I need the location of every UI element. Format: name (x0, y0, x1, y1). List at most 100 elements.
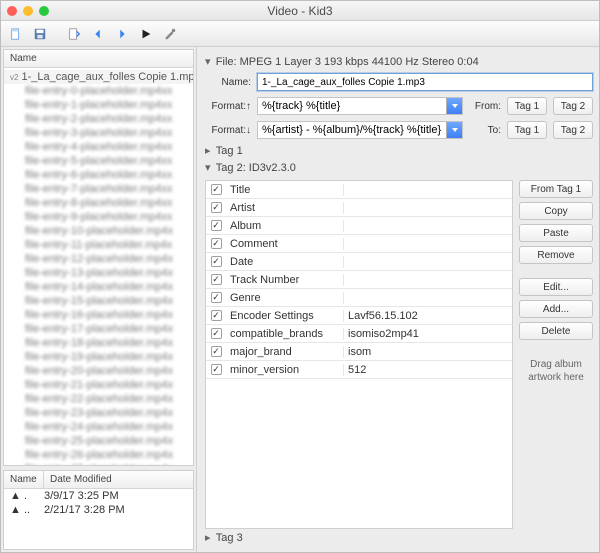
file-row[interactable]: file-entry-11-placeholder.mp4x (4, 238, 193, 252)
format-up-combo[interactable]: %{track} %{title} (257, 97, 463, 115)
file-row[interactable]: file-entry-14-placeholder.mp4x (4, 280, 193, 294)
file-row[interactable]: file-entry-21-placeholder.mp4x (4, 378, 193, 392)
tag-field-value[interactable]: Lavf56.15.102 (344, 310, 512, 322)
forward-button[interactable] (111, 24, 133, 44)
format-down-label: Format:↓ (205, 125, 251, 136)
checkbox[interactable] (211, 274, 222, 285)
tag-row[interactable]: Comment (206, 235, 512, 253)
tag-field-name: Comment (226, 238, 344, 250)
tag-field-name: Genre (226, 292, 344, 304)
tag-field-value[interactable]: isomiso2mp41 (344, 328, 512, 340)
checkbox[interactable] (211, 346, 222, 357)
configure-button[interactable] (159, 24, 181, 44)
name-input[interactable] (257, 73, 593, 91)
file-row[interactable]: file-entry-18-placeholder.mp4x (4, 336, 193, 350)
checkbox[interactable] (211, 238, 222, 249)
file-row[interactable]: file-entry-16-placeholder.mp4x (4, 308, 193, 322)
file-row[interactable]: v21-_La_cage_aux_folles Copie 1.mp3 (4, 70, 193, 84)
copy-button[interactable]: Copy (519, 202, 593, 220)
tag-row[interactable]: Encoder SettingsLavf56.15.102 (206, 307, 512, 325)
checkbox[interactable] (211, 202, 222, 213)
dir-col-name[interactable]: Name (4, 471, 44, 488)
tag-table[interactable]: TitleArtist Album Comment Date Track Number G… (205, 180, 513, 529)
file-row[interactable]: file-entry-24-placeholder.mp4x (4, 420, 193, 434)
tag-row[interactable]: major_brandisom (206, 343, 512, 361)
chevron-down-icon[interactable] (446, 98, 462, 114)
file-row[interactable]: file-entry-13-placeholder.mp4x (4, 266, 193, 280)
file-row[interactable]: file-entry-22-placeholder.mp4x (4, 392, 193, 406)
format-down-combo[interactable]: %{artist} - %{album}/%{track} %{title} (257, 121, 463, 139)
from-tag1-button[interactable]: Tag 1 (507, 97, 547, 115)
tag-row[interactable]: Artist (206, 199, 512, 217)
tag-row[interactable]: minor_version512 (206, 361, 512, 379)
file-row[interactable]: file-entry-8-placeholder.mp4xx (4, 196, 193, 210)
file-row[interactable]: file-entry-0-placeholder.mp4xx (4, 84, 193, 98)
to-tag2-button[interactable]: Tag 2 (553, 121, 593, 139)
tag-row[interactable]: Album (206, 217, 512, 235)
chevron-down-icon[interactable] (446, 122, 462, 138)
disclosure-icon[interactable]: ▾ (205, 161, 213, 174)
file-row[interactable]: file-entry-26-placeholder.mp4x (4, 448, 193, 462)
to-tag1-button[interactable]: Tag 1 (507, 121, 547, 139)
tag-field-name: Date (226, 256, 344, 268)
tag-row[interactable]: Date (206, 253, 512, 271)
file-row[interactable]: file-entry-25-placeholder.mp4x (4, 434, 193, 448)
tag-row[interactable]: compatible_brandsisomiso2mp41 (206, 325, 512, 343)
checkbox[interactable] (211, 328, 222, 339)
tag-field-value[interactable]: isom (344, 346, 512, 358)
disclosure-icon[interactable]: ▸ (205, 531, 213, 544)
file-row[interactable]: file-entry-9-placeholder.mp4xx (4, 210, 193, 224)
tag-field-value[interactable]: 512 (344, 364, 512, 376)
file-row[interactable]: file-entry-3-placeholder.mp4xx (4, 126, 193, 140)
tag-row[interactable]: Track Number (206, 271, 512, 289)
file-row[interactable]: file-entry-4-placeholder.mp4xx (4, 140, 193, 154)
disclosure-icon[interactable]: ▸ (205, 144, 213, 157)
paste-button[interactable]: Paste (519, 224, 593, 242)
file-row[interactable]: file-entry-15-placeholder.mp4x (4, 294, 193, 308)
checkbox[interactable] (211, 292, 222, 303)
dir-list[interactable]: Name Date Modified ▲ .3/9/17 3:25 PM▲ ..… (3, 470, 194, 550)
file-row[interactable]: file-entry-6-placeholder.mp4xx (4, 168, 193, 182)
checkbox[interactable] (211, 256, 222, 267)
remove-button[interactable]: Remove (519, 246, 593, 264)
artwork-dropzone[interactable]: Drag album artwork here (519, 358, 593, 384)
checkbox[interactable] (211, 310, 222, 321)
titlebar: Video - Kid3 (1, 1, 599, 21)
dir-col-date[interactable]: Date Modified (44, 471, 118, 488)
file-row[interactable]: file-entry-1-placeholder.mp4xx (4, 98, 193, 112)
checkbox[interactable] (211, 184, 222, 195)
file-row[interactable]: file-entry-23-placeholder.mp4x (4, 406, 193, 420)
file-list[interactable]: Name v21-_La_cage_aux_folles Copie 1.mp3… (3, 49, 194, 466)
file-row[interactable]: file-entry-17-placeholder.mp4x (4, 322, 193, 336)
dir-row[interactable]: ▲ .3/9/17 3:25 PM (4, 489, 193, 503)
name-label: Name: (205, 77, 251, 88)
checkbox[interactable] (211, 364, 222, 375)
from-tag2-button[interactable]: Tag 2 (553, 97, 593, 115)
revert-button[interactable] (63, 24, 85, 44)
new-button[interactable] (5, 24, 27, 44)
file-row[interactable]: file-entry-10-placeholder.mp4x (4, 224, 193, 238)
file-row[interactable]: file-entry-20-placeholder.mp4x (4, 364, 193, 378)
file-row[interactable]: file-entry-19-placeholder.mp4x (4, 350, 193, 364)
file-row[interactable]: file-entry-27-placeholder.mp4x (4, 462, 193, 465)
tag-row[interactable]: Title (206, 181, 512, 199)
from-tag1-btn[interactable]: From Tag 1 (519, 180, 593, 198)
play-button[interactable] (135, 24, 157, 44)
checkbox[interactable] (211, 220, 222, 231)
tag-field-name: Album (226, 220, 344, 232)
back-button[interactable] (87, 24, 109, 44)
tag-row[interactable]: Genre (206, 289, 512, 307)
dir-row[interactable]: ▲ ..2/21/17 3:28 PM (4, 503, 193, 517)
file-row[interactable]: file-entry-2-placeholder.mp4xx (4, 112, 193, 126)
file-list-header[interactable]: Name (4, 50, 193, 68)
tag-field-name: compatible_brands (226, 328, 344, 340)
disclosure-icon[interactable]: ▾ (205, 55, 213, 68)
add-button[interactable]: Add... (519, 300, 593, 318)
file-row[interactable]: file-entry-12-placeholder.mp4x (4, 252, 193, 266)
file-row[interactable]: file-entry-7-placeholder.mp4xx (4, 182, 193, 196)
save-button[interactable] (29, 24, 51, 44)
edit-button[interactable]: Edit... (519, 278, 593, 296)
file-row[interactable]: file-entry-5-placeholder.mp4xx (4, 154, 193, 168)
delete-button[interactable]: Delete (519, 322, 593, 340)
tag-field-name: minor_version (226, 364, 344, 376)
